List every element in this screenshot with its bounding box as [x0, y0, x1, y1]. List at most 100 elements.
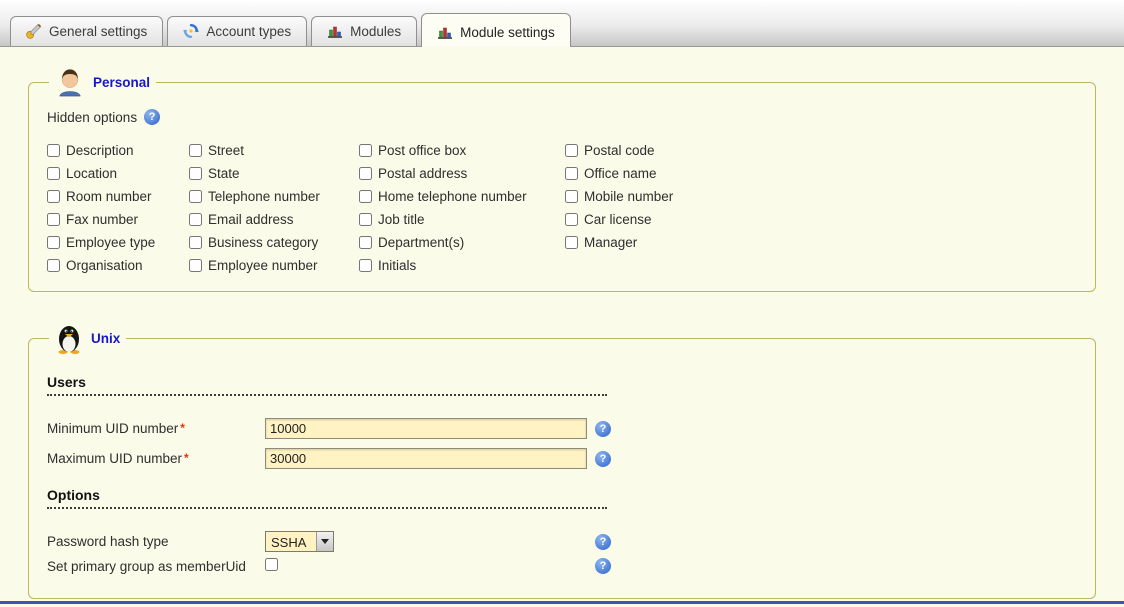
hidden-options-label: Hidden options [47, 110, 137, 125]
hidden-option-office-name-checkbox[interactable] [565, 167, 578, 180]
hidden-option-initials-checkbox[interactable] [359, 259, 372, 272]
hidden-option-street: Street [189, 143, 345, 158]
minimum-uid-number-input[interactable] [265, 418, 587, 439]
hidden-option-employee-type-checkbox[interactable] [47, 236, 60, 249]
module-settings-icon [437, 24, 453, 40]
hidden-option-office-name: Office name [565, 166, 1077, 181]
hidden-option-organisation: Organisation [47, 258, 175, 273]
hidden-option-business-category-checkbox[interactable] [189, 236, 202, 249]
tab-modules[interactable]: Modules [311, 16, 417, 46]
tab-account-types[interactable]: Account types [167, 16, 307, 46]
hidden-option-telephone-number: Telephone number [189, 189, 345, 204]
hidden-option-label: Organisation [66, 258, 143, 273]
member-uid-label: Set primary group as memberUid [47, 559, 265, 574]
hidden-option-label: Car license [584, 212, 652, 227]
maximum-uid-number-input[interactable] [265, 448, 587, 469]
hidden-option-label: Room number [66, 189, 152, 204]
hidden-option-car-license-checkbox[interactable] [565, 213, 578, 226]
tab-general-settings[interactable]: General settings [10, 16, 163, 46]
account-types-icon [183, 23, 199, 39]
hidden-option-telephone-number-checkbox[interactable] [189, 190, 202, 203]
hidden-option-fax-number-checkbox[interactable] [47, 213, 60, 226]
hidden-option-business-category: Business category [189, 235, 345, 250]
hidden-option-postal-address-checkbox[interactable] [359, 167, 372, 180]
hidden-option-employee-number-checkbox[interactable] [189, 259, 202, 272]
hidden-option-postal-code-checkbox[interactable] [565, 144, 578, 157]
hidden-option-employee-number: Employee number [189, 258, 345, 273]
tab-label: Module settings [460, 25, 555, 40]
hidden-option-label: State [208, 166, 240, 181]
personal-legend-label: Personal [93, 75, 150, 90]
bottom-accent-bar [0, 601, 1124, 604]
users-subheading: Users [47, 374, 607, 396]
password-hash-select[interactable]: SSHA [265, 531, 334, 552]
password-hash-label: Password hash type [47, 534, 265, 549]
hidden-option-label: Mobile number [584, 189, 673, 204]
lam-window: General settings Account types Modules Modu… [0, 0, 1124, 607]
help-icon[interactable]: ? [595, 421, 611, 437]
hidden-option-label: Home telephone number [378, 189, 527, 204]
person-icon [55, 67, 85, 97]
hidden-option-label: Employee number [208, 258, 318, 273]
hidden-option-label: Business category [208, 235, 318, 250]
field-label: Minimum UID number* [47, 421, 265, 436]
personal-section: Personal Hidden options ? Description Str… [28, 67, 1096, 292]
hidden-option-job-title-checkbox[interactable] [359, 213, 372, 226]
hidden-option-email-address: Email address [189, 212, 345, 227]
hidden-option-room-number-checkbox[interactable] [47, 190, 60, 203]
hidden-option-organisation-checkbox[interactable] [47, 259, 60, 272]
hidden-option-label: Employee type [66, 235, 155, 250]
hidden-option-employee-type: Employee type [47, 235, 175, 250]
hidden-option-mobile-number-checkbox[interactable] [565, 190, 578, 203]
hidden-option-label: Initials [378, 258, 416, 273]
hidden-option-label: Department(s) [378, 235, 464, 250]
content-area: Personal Hidden options ? Description Str… [0, 47, 1124, 599]
hidden-option-manager-checkbox[interactable] [565, 236, 578, 249]
tab-module-settings[interactable]: Module settings [421, 13, 571, 47]
hidden-option-postal-code: Postal code [565, 143, 1077, 158]
hidden-option-department-s: Department(s) [359, 235, 551, 250]
hidden-options-grid: DescriptionStreetPost office boxPostal c… [47, 143, 1077, 273]
hidden-option-location-checkbox[interactable] [47, 167, 60, 180]
unix-legend: Unix [49, 322, 126, 354]
hidden-option-location: Location [47, 166, 175, 181]
hidden-option-department-s-checkbox[interactable] [359, 236, 372, 249]
tab-label: Account types [206, 24, 291, 39]
hidden-option-street-checkbox[interactable] [189, 144, 202, 157]
hidden-option-manager: Manager [565, 235, 1077, 250]
password-hash-selected-value: SSHA [266, 532, 316, 551]
personal-legend: Personal [49, 67, 156, 97]
hidden-option-mobile-number: Mobile number [565, 189, 1077, 204]
hidden-option-label: Telephone number [208, 189, 320, 204]
field-row-maximum-uid-number: Maximum UID number*? [47, 448, 1077, 469]
hidden-option-label: Location [66, 166, 117, 181]
hidden-option-state-checkbox[interactable] [189, 167, 202, 180]
unix-legend-label: Unix [91, 331, 120, 346]
required-asterisk: * [180, 421, 185, 435]
tab-bar: General settings Account types Modules Modu… [0, 0, 1124, 47]
hidden-option-description: Description [47, 143, 175, 158]
hidden-option-post-office-box-checkbox[interactable] [359, 144, 372, 157]
member-uid-checkbox[interactable] [265, 558, 278, 571]
hidden-option-description-checkbox[interactable] [47, 144, 60, 157]
field-control [265, 418, 595, 439]
member-uid-control [265, 558, 595, 574]
wrench-icon [26, 23, 42, 39]
help-icon[interactable]: ? [595, 534, 611, 550]
hidden-option-label: Street [208, 143, 244, 158]
hidden-option-label: Manager [584, 235, 637, 250]
tab-label: Modules [350, 24, 401, 39]
password-hash-row: Password hash type SSHA ? [47, 531, 1077, 552]
unix-user-fields: Minimum UID number*?Maximum UID number*? [47, 418, 1077, 469]
help-icon[interactable]: ? [144, 109, 160, 125]
hidden-option-home-telephone-number-checkbox[interactable] [359, 190, 372, 203]
help-icon[interactable]: ? [595, 558, 611, 574]
hidden-option-label: Postal code [584, 143, 655, 158]
modules-icon [327, 23, 343, 39]
hidden-option-room-number: Room number [47, 189, 175, 204]
hidden-option-initials: Initials [359, 258, 551, 273]
hidden-option-email-address-checkbox[interactable] [189, 213, 202, 226]
chevron-down-icon [316, 532, 333, 551]
help-icon[interactable]: ? [595, 451, 611, 467]
hidden-option-state: State [189, 166, 345, 181]
